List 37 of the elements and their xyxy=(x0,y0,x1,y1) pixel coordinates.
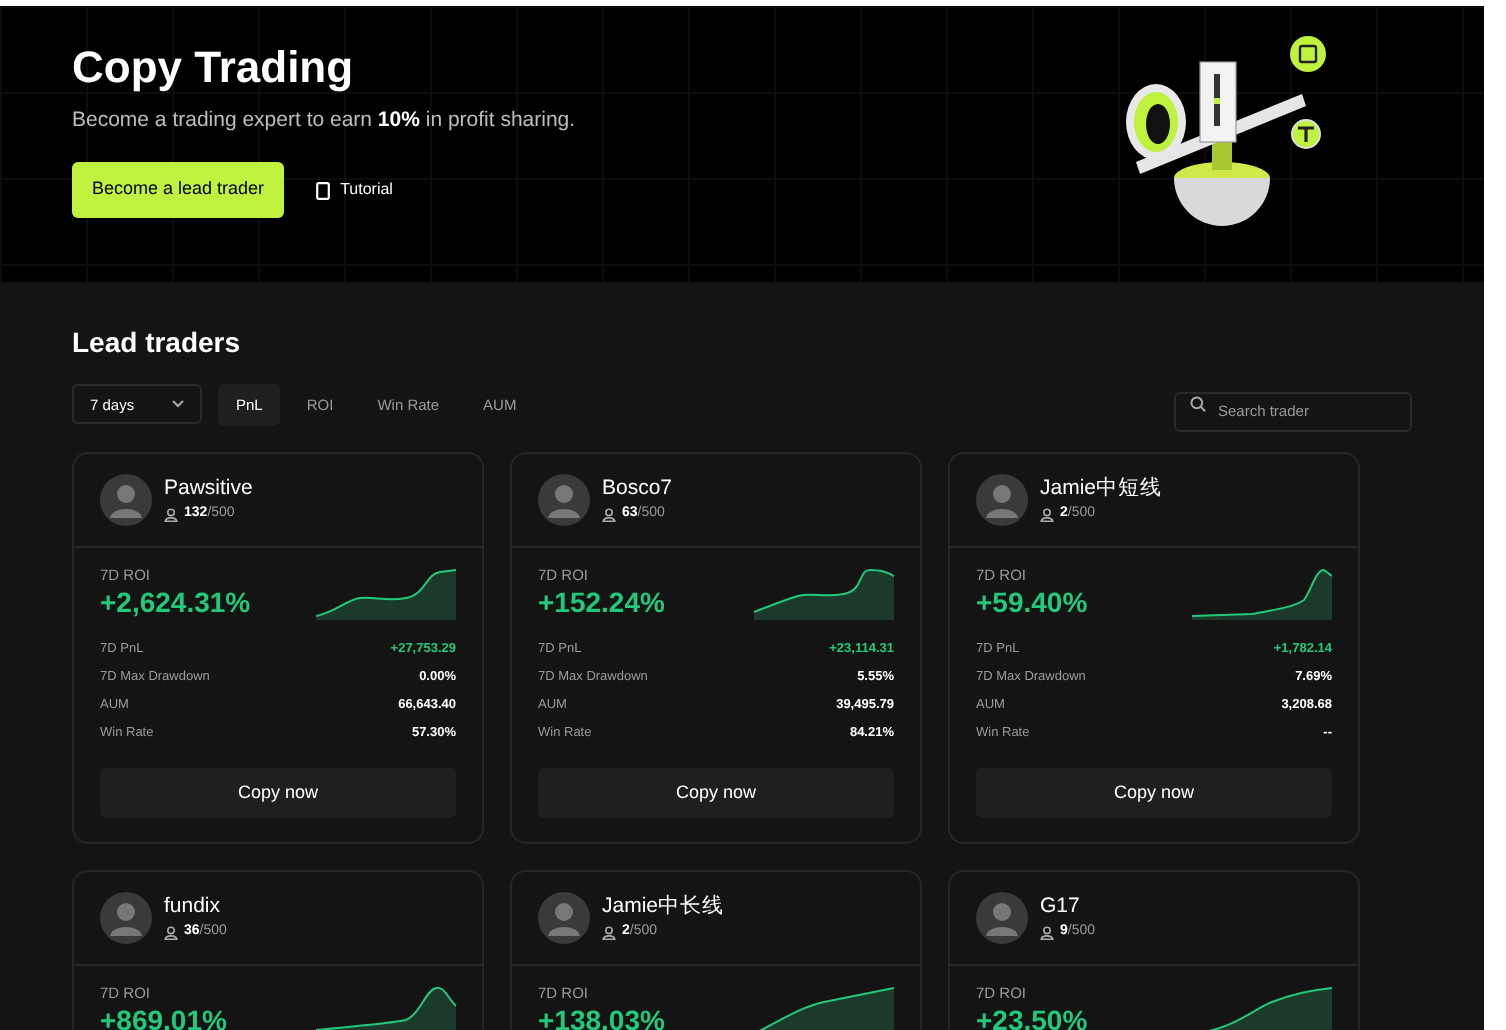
page-title: Copy Trading xyxy=(72,40,356,96)
trader-name[interactable]: fundix xyxy=(164,893,227,919)
become-lead-trader-button[interactable]: Become a lead trader xyxy=(72,162,285,218)
roi-value: +59.40% xyxy=(976,586,1088,621)
copy-now-button[interactable]: Copy now xyxy=(976,768,1332,819)
trader-name[interactable]: G17 xyxy=(1040,893,1096,919)
avatar-placeholder xyxy=(100,474,152,527)
person-icon xyxy=(164,507,178,522)
person-icon xyxy=(1040,925,1054,940)
trader-name[interactable]: Jamie中长线 xyxy=(602,893,725,919)
roi-sparkline xyxy=(316,564,456,621)
roi-value: +2,624.31% xyxy=(100,586,251,621)
document-icon xyxy=(316,181,331,200)
search-icon xyxy=(1190,396,1206,413)
avatar-placeholder xyxy=(100,892,152,945)
tutorial-link[interactable]: Tutorial xyxy=(316,178,393,203)
copy-now-button[interactable]: Copy now xyxy=(100,768,456,819)
hero-subtitle: Become a trading expert to earn 10% in profit sharing. xyxy=(72,105,578,136)
trader-name[interactable]: Jamie中短线 xyxy=(1040,475,1163,501)
person-icon xyxy=(1040,507,1054,522)
chevron-down-icon xyxy=(172,400,184,409)
person-icon xyxy=(602,507,616,522)
roi-sparkline xyxy=(754,564,894,621)
roi-sparkline xyxy=(1192,564,1332,621)
avatar-placeholder xyxy=(976,892,1028,945)
avatar-placeholder xyxy=(976,474,1028,527)
trader-name[interactable]: Pawsitive xyxy=(164,475,253,501)
roi-value: +152.24% xyxy=(538,586,665,621)
copy-now-button[interactable]: Copy now xyxy=(538,768,894,819)
roi-sparkline xyxy=(316,982,456,1030)
trader-name[interactable]: Bosco7 xyxy=(602,475,673,501)
person-icon xyxy=(602,925,616,940)
avatar-placeholder xyxy=(538,474,590,527)
roi-sparkline xyxy=(754,982,894,1030)
person-icon xyxy=(164,925,178,940)
avatar-placeholder xyxy=(538,892,590,945)
section-heading: Lead traders xyxy=(72,326,243,360)
